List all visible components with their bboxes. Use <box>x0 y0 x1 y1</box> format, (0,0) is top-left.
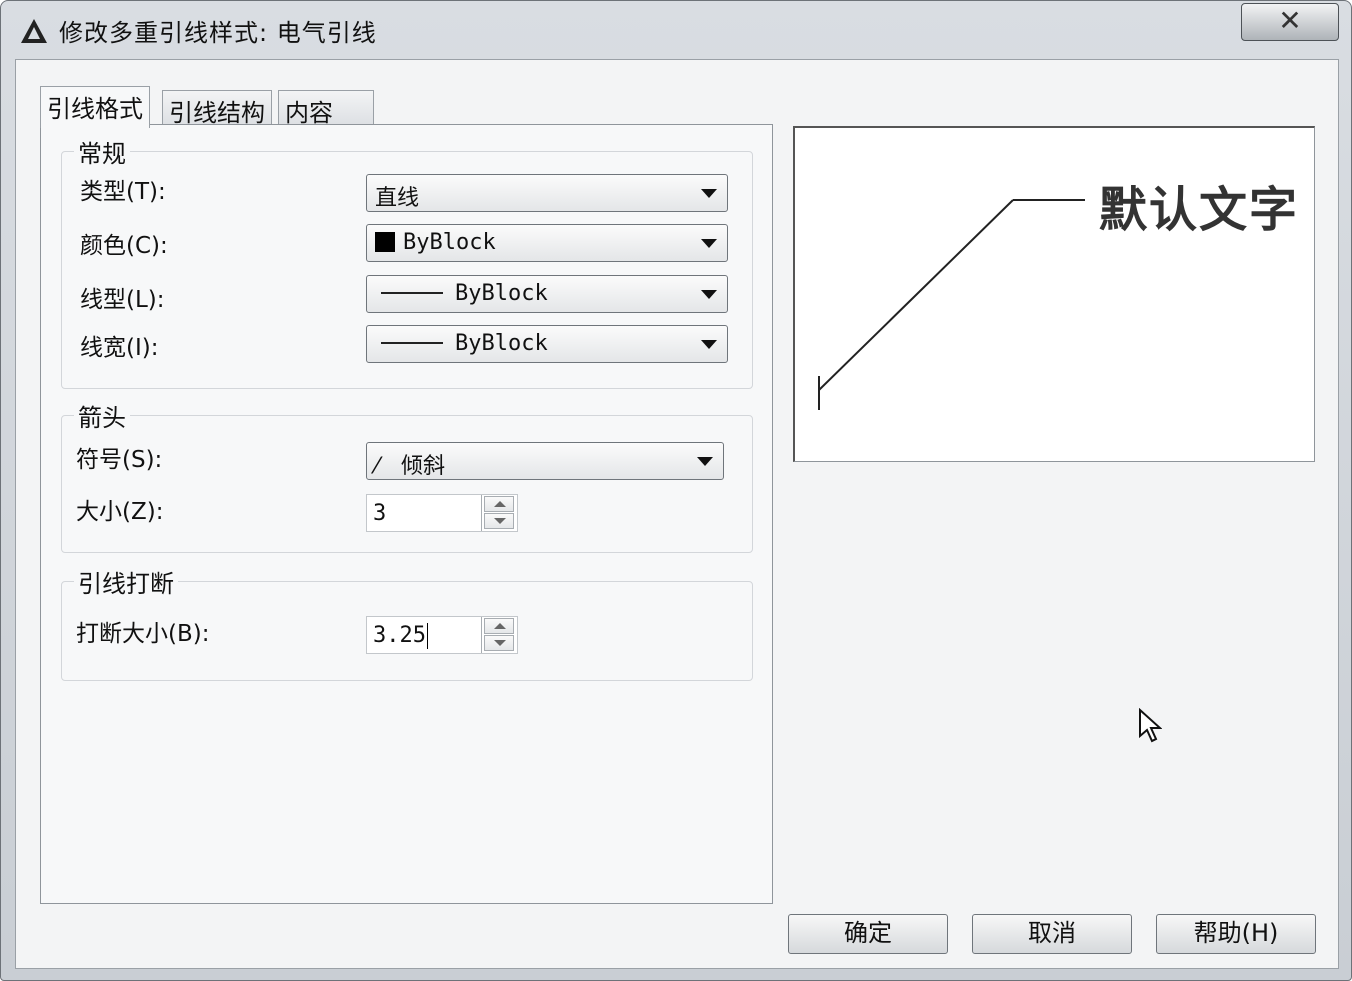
dialog-client-area: 引线格式 引线结构 内容 常规 类型(T): 直线 颜色(C): ByBlock… <box>15 59 1339 969</box>
tab-panel-leader-format: 常规 类型(T): 直线 颜色(C): ByBlock 线型(L): ByBlo… <box>40 124 773 904</box>
dropdown-arrow-icon <box>701 189 717 198</box>
dropdown-arrow-icon <box>701 290 717 299</box>
mouse-pointer-icon <box>1139 708 1162 743</box>
linetype-label: 线型(L): <box>80 287 165 313</box>
break-size-spinner[interactable]: 3.25 <box>366 616 518 654</box>
color-select[interactable]: ByBlock <box>366 224 728 262</box>
group-title-general: 常规 <box>74 134 130 169</box>
lineweight-select-value: ByBlock <box>455 331 548 356</box>
preview-text: 默认文字 <box>1099 182 1300 238</box>
dropdown-arrow-icon <box>697 457 713 466</box>
color-select-value: ByBlock <box>403 230 496 255</box>
group-general: 常规 类型(T): 直线 颜色(C): ByBlock 线型(L): ByBlo… <box>61 134 753 389</box>
tab-leader-format[interactable]: 引线格式 <box>40 86 150 128</box>
line-sample-icon <box>381 292 443 294</box>
close-button[interactable]: ✕ <box>1241 3 1339 41</box>
dropdown-arrow-icon <box>701 239 717 248</box>
group-leader-break: 引线打断 打断大小(B): 3.25 <box>61 564 753 681</box>
lineweight-label: 线宽(I): <box>80 335 159 361</box>
tab-content[interactable]: 内容 <box>278 90 374 127</box>
lineweight-select[interactable]: ByBlock <box>366 325 728 363</box>
symbol-label: 符号(S): <box>76 447 163 473</box>
group-arrowhead: 箭头 符号(S): ⁄ 倾斜 大小(Z): 3 <box>61 398 753 553</box>
line-sample-icon <box>381 342 443 344</box>
spin-up-button[interactable] <box>484 618 514 634</box>
type-label: 类型(T): <box>80 179 166 205</box>
text-caret <box>427 623 428 649</box>
group-title-leader-break: 引线打断 <box>74 564 178 599</box>
dropdown-arrow-icon <box>701 340 717 349</box>
spin-down-button[interactable] <box>484 635 514 651</box>
linetype-select[interactable]: ByBlock <box>366 275 728 313</box>
type-select-value: 直线 <box>375 186 420 211</box>
leader-line <box>818 199 1014 391</box>
leader-preview: 默认文字 <box>793 126 1315 462</box>
autocad-logo-icon <box>21 19 47 43</box>
tab-leader-structure[interactable]: 引线结构 <box>162 90 272 127</box>
close-icon: ✕ <box>1278 4 1302 37</box>
cancel-button[interactable]: 取消 <box>972 914 1132 954</box>
window-title: 修改多重引线样式: 电气引线 <box>59 19 377 47</box>
symbol-select[interactable]: ⁄ 倾斜 <box>366 442 724 480</box>
size-label: 大小(Z): <box>76 499 164 525</box>
dialog-window: 修改多重引线样式: 电气引线 ✕ 引线格式 引线结构 内容 常规 类型(T): … <box>0 0 1352 981</box>
title-bar[interactable]: 修改多重引线样式: 电气引线 ✕ <box>1 1 1351 59</box>
color-label: 颜色(C): <box>80 233 168 259</box>
type-select[interactable]: 直线 <box>366 174 728 212</box>
help-button[interactable]: 帮助(H) <box>1156 914 1316 954</box>
color-swatch <box>375 232 395 252</box>
linetype-select-value: ByBlock <box>455 281 548 306</box>
spin-up-button[interactable] <box>484 496 514 512</box>
break-size-value: 3.25 <box>373 623 426 648</box>
break-size-label: 打断大小(B): <box>76 621 210 647</box>
arrow-size-value: 3 <box>373 501 387 526</box>
spin-down-button[interactable] <box>484 513 514 529</box>
ok-button[interactable]: 确定 <box>788 914 948 954</box>
arrow-size-spinner[interactable]: 3 <box>366 494 518 532</box>
symbol-select-value: 倾斜 <box>401 454 446 479</box>
oblique-arrow-icon: ⁄ <box>375 454 379 479</box>
group-title-arrowhead: 箭头 <box>74 398 130 433</box>
